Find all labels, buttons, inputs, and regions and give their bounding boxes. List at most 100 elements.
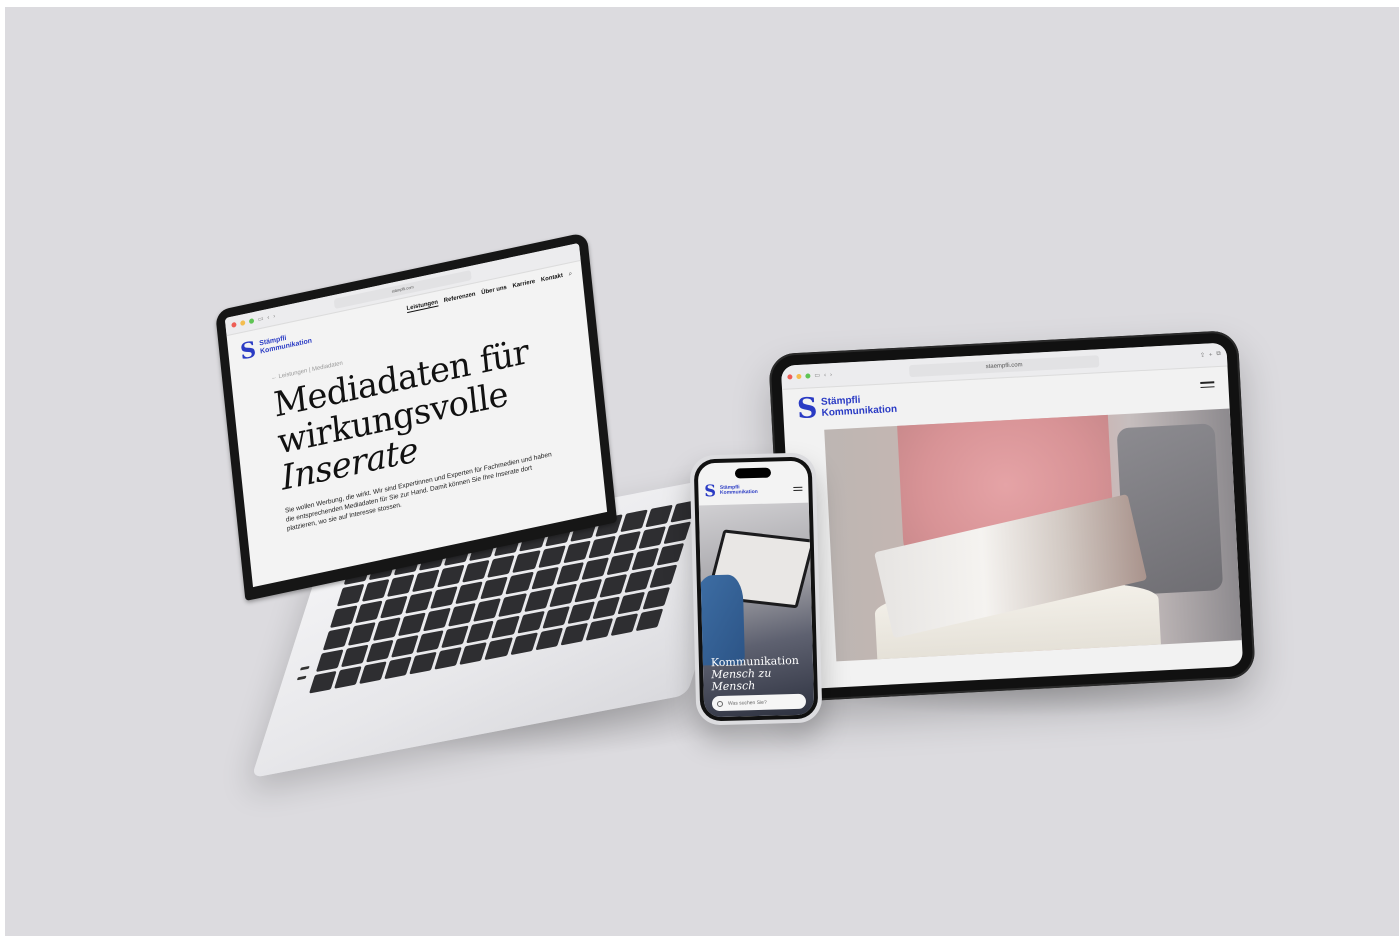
- keyboard-key: [617, 591, 646, 615]
- search-input[interactable]: Was suchen Sie?: [711, 693, 807, 712]
- hero-image: [824, 408, 1242, 662]
- laptop-device: ▭ ‹ › stämpfli.com S Stämpfli Kommunikat: [205, 229, 759, 779]
- zoom-dot[interactable]: [805, 373, 811, 379]
- keyboard-key: [516, 610, 545, 634]
- keyboard-key: [434, 646, 463, 670]
- close-dot[interactable]: [231, 321, 237, 328]
- keyboard-key: [560, 622, 589, 646]
- keyboard-key: [505, 572, 534, 595]
- keyboard-key: [391, 634, 420, 658]
- keyboard-key: [441, 624, 470, 648]
- hero-caption: Kommunikation Mensch zu Mensch: [711, 654, 814, 693]
- nav-referenzen[interactable]: Referenzen: [444, 291, 476, 305]
- nav-karriere[interactable]: Karriere: [512, 279, 535, 291]
- keyboard-key: [448, 603, 477, 627]
- keyboard-key: [599, 574, 627, 598]
- keyboard-key: [466, 620, 495, 644]
- keyboard-key: [329, 605, 358, 629]
- zoom-dot[interactable]: [248, 318, 255, 325]
- forward-icon[interactable]: ›: [273, 313, 276, 319]
- keyboard-key: [530, 567, 559, 591]
- keyboard-key: [567, 600, 595, 624]
- close-dot[interactable]: [787, 374, 793, 380]
- site-header: S Stämpfli Kommunikation: [698, 461, 809, 500]
- keyboard-key: [491, 615, 520, 639]
- keyboard-key: [416, 629, 445, 653]
- minimize-dot[interactable]: [796, 373, 802, 380]
- arm-shape: [697, 574, 745, 666]
- keyboard-key: [548, 584, 577, 608]
- minimize-dot[interactable]: [240, 319, 246, 327]
- keyboard-key: [574, 579, 602, 603]
- url-text: staempfli.com: [985, 362, 1023, 371]
- tabs-icon[interactable]: ⧉: [1216, 351, 1221, 358]
- new-tab-icon[interactable]: +: [1209, 352, 1213, 358]
- keyboard-key: [373, 617, 401, 641]
- keyboard-key: [484, 637, 513, 660]
- logo-text: Stämpfli Kommunikation: [821, 393, 898, 419]
- keyboard-key: [523, 588, 552, 612]
- keyboard-key: [606, 552, 634, 576]
- share-icon[interactable]: ⇪: [1200, 352, 1205, 359]
- keyboard-key: [631, 548, 659, 571]
- url-text: stämpfli.com: [391, 284, 414, 294]
- phone-bezel: S Stämpfli Kommunikation Kommunikation M…: [693, 456, 819, 722]
- back-icon[interactable]: ‹: [824, 372, 826, 378]
- keyboard-key: [592, 596, 621, 620]
- logo-mark: S: [796, 391, 819, 426]
- keyboard-key: [498, 593, 527, 617]
- forward-icon[interactable]: ›: [830, 372, 832, 378]
- sidebar-icon[interactable]: ▭: [258, 315, 264, 323]
- nav-kontakt[interactable]: Kontakt: [541, 273, 564, 285]
- back-icon[interactable]: ‹: [267, 314, 270, 320]
- keyboard-key: [473, 598, 502, 622]
- menu-icon[interactable]: [1200, 381, 1215, 402]
- logo-line2: Kommunikation: [719, 488, 758, 496]
- caption-line: Mensch zu Mensch: [711, 666, 772, 694]
- keyboard-key: [635, 608, 664, 632]
- keyboard-key: [555, 562, 584, 586]
- brand-logo[interactable]: S Stämpfli Kommunikation: [704, 481, 758, 501]
- keyboard-key: [624, 569, 653, 593]
- keyboard-key: [535, 627, 563, 651]
- keyboard-key: [430, 586, 459, 610]
- keyboard-key: [366, 639, 394, 663]
- keyboard-key: [423, 608, 452, 632]
- keyboard-key: [649, 564, 678, 588]
- keyboard-key: [379, 596, 408, 619]
- search-icon: [716, 700, 724, 707]
- brand-logo[interactable]: S Stämpfli Kommunikation: [239, 327, 313, 366]
- keyboard-key: [315, 648, 344, 672]
- address-bar[interactable]: staempfli.com: [908, 355, 1100, 378]
- keyboard-key: [580, 557, 609, 581]
- nav-ueber-uns[interactable]: Über uns: [481, 285, 507, 297]
- keyboard-key: [541, 605, 570, 629]
- dynamic-island: [734, 467, 772, 479]
- search-placeholder: Was suchen Sie?: [727, 699, 767, 707]
- keyboard-key: [341, 644, 369, 668]
- keyboard-key: [610, 613, 639, 637]
- logo-text: Stämpfli Kommunikation: [720, 484, 758, 496]
- keyboard-key: [405, 591, 433, 615]
- brand-logo[interactable]: S Stämpfli Kommunikation: [796, 390, 898, 426]
- sidebar-icon[interactable]: ▭: [814, 372, 820, 379]
- logo-text: Stämpfli Kommunikation: [259, 330, 312, 356]
- laptop-screen: ▭ ‹ › stämpfli.com S Stämpfli Kommunikat: [224, 242, 608, 588]
- usb-port: [300, 665, 310, 671]
- menu-icon[interactable]: [793, 486, 803, 497]
- logo-mark: S: [704, 481, 717, 501]
- keyboard-key: [455, 581, 484, 605]
- search-icon[interactable]: ⌕: [568, 271, 572, 279]
- keyboard-key: [409, 651, 438, 675]
- keyboard-key: [585, 617, 614, 641]
- usb-port: [296, 675, 307, 681]
- keyboard-key: [322, 627, 351, 651]
- hero-image: Kommunikation Mensch zu Mensch Was suche…: [697, 502, 815, 718]
- phone-screen: S Stämpfli Kommunikation Kommunikation M…: [697, 460, 815, 718]
- nav-leistungen[interactable]: Leistungen: [406, 299, 439, 314]
- keyboard-key: [354, 600, 383, 624]
- keyboard-key: [656, 543, 685, 567]
- laptop-bezel: ▭ ‹ › stämpfli.com S Stämpfli Kommunikat: [215, 231, 618, 601]
- keyboard-key: [398, 612, 427, 636]
- keyboard-key: [459, 641, 488, 665]
